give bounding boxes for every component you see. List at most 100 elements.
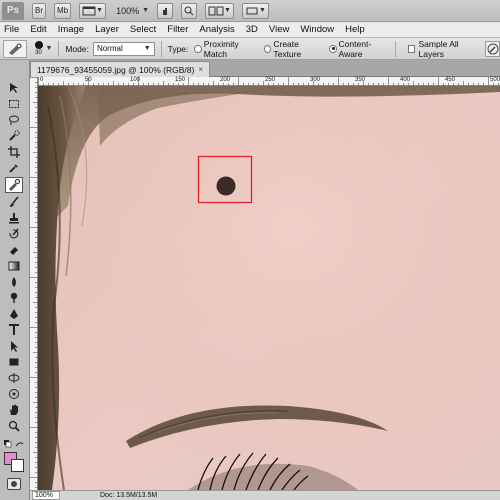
screen-mode-button[interactable]: ▼ — [241, 2, 269, 19]
ruler-label: 500 — [490, 77, 500, 83]
gradient-tool[interactable] — [5, 258, 23, 274]
pressure-size-button[interactable] — [485, 40, 500, 57]
divider — [160, 40, 162, 57]
default-colors-icon[interactable] — [4, 440, 24, 448]
menu-layer[interactable]: Layer — [95, 24, 119, 35]
quick-mask-button[interactable] — [7, 478, 21, 490]
chevron-down-icon[interactable]: ▼ — [46, 45, 53, 52]
zoom-level-dropdown[interactable]: 100% ▼ — [116, 6, 149, 16]
menu-window[interactable]: Window — [300, 24, 334, 35]
move-tool[interactable] — [5, 80, 23, 96]
quick-mask-icon — [11, 481, 17, 487]
hand-icon — [163, 7, 168, 15]
brush-preview-icon — [34, 40, 43, 49]
mode-label: Mode: — [65, 43, 89, 54]
sample-all-layers-label: Sample All Layers — [418, 38, 459, 59]
eyedropper-icon — [9, 164, 18, 173]
application-bar: Ps Br Mb ▼ 100% ▼ ▼ ▼ — [0, 0, 500, 22]
menu-filter[interactable]: Filter — [167, 24, 188, 35]
menu-edit[interactable]: Edit — [30, 24, 46, 35]
hand-tool-button[interactable] — [157, 2, 174, 19]
menu-file[interactable]: File — [4, 24, 19, 35]
gradient-icon — [8, 261, 20, 271]
menu-bar: File Edit Image Layer Select Filter Anal… — [0, 22, 500, 38]
crop-tool[interactable] — [5, 144, 23, 160]
background-color-swatch[interactable] — [11, 459, 24, 472]
type-tool[interactable] — [5, 322, 23, 338]
3d-rotate-tool[interactable] — [5, 370, 23, 386]
hand-tool[interactable] — [5, 402, 23, 418]
marquee-icon — [9, 100, 19, 108]
ruler-ticks — [30, 77, 38, 488]
path-selection-tool[interactable] — [5, 338, 23, 354]
zoom-icon — [184, 6, 194, 15]
sample-all-layers-checkbox[interactable] — [408, 44, 416, 53]
zoom-tool-button[interactable] — [181, 2, 198, 19]
zoom-level-value: 100% — [116, 5, 140, 16]
menu-select[interactable]: Select — [130, 24, 156, 35]
view-extras-button[interactable]: ▼ — [79, 2, 107, 19]
menu-image[interactable]: Image — [58, 24, 84, 35]
image-canvas[interactable] — [38, 86, 500, 490]
menu-help[interactable]: Help — [345, 24, 365, 35]
eyedropper-tool[interactable] — [5, 160, 23, 176]
pen-pressure-icon — [487, 43, 499, 54]
ruler-label: 0 — [40, 77, 44, 83]
document-title: 1179676_93455059.jpg @ 100% (RGB/8) — [37, 64, 195, 75]
hand-icon — [10, 404, 18, 415]
history-brush-tool[interactable] — [5, 226, 23, 242]
quick-selection-tool[interactable] — [5, 128, 23, 144]
lasso-icon — [9, 115, 19, 125]
rectangle-tool[interactable] — [5, 354, 23, 370]
ruler-label: 50 — [85, 77, 92, 83]
proximity-match-label: Proximity Match — [203, 38, 239, 59]
chevron-down-icon: ▼ — [96, 7, 104, 14]
close-icon[interactable]: × — [198, 65, 203, 74]
ruler-label: 350 — [355, 77, 366, 83]
arrange-documents-button[interactable]: ▼ — [205, 2, 234, 19]
pen-tool[interactable] — [5, 306, 23, 322]
proximity-match-radio[interactable] — [194, 44, 202, 53]
quick-selection-icon — [9, 130, 20, 141]
chevron-down-icon: ▼ — [258, 7, 266, 14]
document-tab[interactable]: 1179676_93455059.jpg @ 100% (RGB/8) × — [30, 61, 211, 77]
content-aware-radio[interactable] — [329, 44, 337, 53]
3d-orbit-tool[interactable] — [5, 386, 23, 402]
minibridge-button[interactable]: Mb — [54, 2, 72, 19]
dodge-tool[interactable] — [5, 290, 23, 306]
clone-stamp-tool[interactable] — [5, 210, 23, 226]
menu-view[interactable]: View — [269, 24, 289, 35]
create-texture-radio[interactable] — [263, 44, 272, 53]
screen-mode-icon — [246, 7, 258, 14]
ruler-label: 100 — [130, 77, 141, 83]
type-label: Type: — [167, 43, 189, 54]
status-bar: 100% Doc: 13.5M/13.5M — [30, 490, 500, 500]
menu-analysis[interactable]: Analysis — [199, 24, 234, 35]
spot-healing-brush-icon — [9, 179, 20, 191]
vertical-ruler[interactable] — [30, 77, 38, 490]
crop-icon — [8, 146, 20, 158]
brush-tool[interactable] — [5, 194, 23, 210]
mode-dropdown[interactable]: Normal ▼ — [92, 41, 155, 56]
pen-icon — [10, 309, 18, 319]
zoom-icon — [8, 420, 20, 432]
blur-icon — [12, 277, 16, 287]
menu-3d[interactable]: 3D — [246, 24, 258, 35]
ruler-label: 400 — [400, 77, 411, 83]
brush-picker[interactable]: 30 — [34, 40, 43, 57]
tool-preset-picker[interactable] — [3, 39, 27, 58]
zoom-field[interactable]: 100% — [32, 491, 60, 500]
type-icon — [9, 324, 19, 335]
spot-healing-brush-tool[interactable] — [5, 177, 23, 193]
horizontal-ruler[interactable]: 0 50 100 150 200 250 300 350 400 450 500 — [38, 77, 500, 86]
marquee-tool[interactable] — [5, 96, 23, 112]
ruler-label: 450 — [445, 77, 456, 83]
lasso-tool[interactable] — [5, 112, 23, 128]
chevron-down-icon: ▼ — [224, 7, 231, 14]
zoom-tool[interactable] — [5, 418, 23, 434]
content-aware-label: Content-Aware — [338, 38, 372, 59]
eraser-tool[interactable] — [5, 242, 23, 258]
bridge-button[interactable]: Br — [32, 2, 46, 19]
3d-rotate-icon — [8, 373, 20, 383]
blur-tool[interactable] — [5, 274, 23, 290]
